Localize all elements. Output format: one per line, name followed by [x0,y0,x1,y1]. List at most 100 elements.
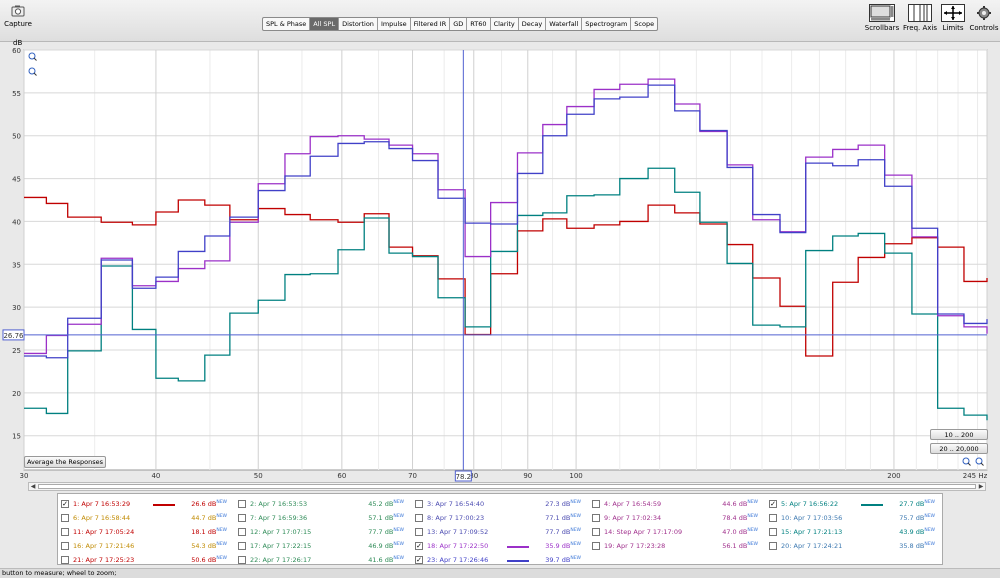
x-tick-label: 70 [408,472,417,480]
limits-label: Limits [942,24,964,32]
legend-checkbox[interactable] [238,500,246,508]
legend-checkbox[interactable] [415,528,423,536]
capture-button[interactable]: Capture [4,4,32,28]
legend-item[interactable]: 2: Apr 7 16:53:53 45.2 dBNEW [235,497,412,510]
legend-item[interactable]: ✓ 18: Apr 7 17:22:50 35.9 dBNEW [412,539,589,552]
legend-item[interactable]: 10: Apr 7 17:03:56 75.7 dBNEW [766,511,943,524]
legend-value: 56.1 dBNEW [722,542,758,550]
tab-all-spl[interactable]: All SPL [310,18,340,30]
zoom-out-x-icon[interactable] [975,457,984,468]
scrollbars-icon [869,4,895,22]
legend-checkbox[interactable] [238,528,246,536]
scroll-right-icon[interactable]: ▶ [977,483,985,490]
legend-item[interactable]: 20: Apr 7 17:24:21 35.8 dBNEW [766,539,943,552]
legend-value-text: 39.7 dB [545,556,571,565]
legend-item[interactable]: 12: Apr 7 17:07:15 77.7 dBNEW [235,525,412,538]
freq-axis-button[interactable]: Freq. Axis [900,4,940,32]
legend-checkbox[interactable] [592,542,600,550]
legend-item[interactable]: 11: Apr 7 17:05:24 18.1 dBNEW [58,525,235,538]
legend-checkbox[interactable] [769,528,777,536]
legend-item[interactable]: 3: Apr 7 16:54:40 27.3 dBNEW [412,497,589,510]
legend-checkbox[interactable] [592,528,600,536]
legend-item[interactable]: 8: Apr 7 17:00:23 77.1 dBNEW [412,511,589,524]
legend-checkbox[interactable] [238,542,246,550]
legend-checkbox[interactable] [769,542,777,550]
spl-graph[interactable]: 30 40 50 60 70 80 90 100 200 245 Hz 60 55 50 45 40 35 30… [0,39,1000,482]
tab-filtered-ir[interactable]: Filtered IR [411,18,451,30]
legend-item[interactable]: 13: Apr 7 17:09:52 77.7 dBNEW [412,525,589,538]
tab-clarity[interactable]: Clarity [491,18,519,30]
legend-new-badge: NEW [216,500,227,505]
legend-checkbox[interactable] [415,500,423,508]
zoom-in-y-icon[interactable] [28,52,37,63]
legend-label: 21: Apr 7 17:25:23 [73,556,135,564]
tab-decay[interactable]: Decay [519,18,547,30]
scrollbars-button[interactable]: Scrollbars [862,4,902,32]
legend-checkbox[interactable] [592,514,600,522]
legend-checkbox[interactable] [61,514,69,522]
legend-item[interactable]: 7: Apr 7 16:59:36 57.1 dBNEW [235,511,412,524]
legend-value-text: 77.7 dB [545,528,571,537]
legend-checkbox[interactable]: ✓ [415,542,423,550]
tab-waterfall[interactable]: Waterfall [546,18,583,30]
legend-item[interactable]: ✓ 5: Apr 7 16:56:22 27.7 dBNEW [766,497,943,510]
legend-item[interactable]: 16: Apr 7 17:21:46 54.3 dBNEW [58,539,235,552]
plot-svg[interactable]: 30 40 50 60 70 80 90 100 200 245 Hz60555045403530… [0,42,1000,482]
legend-checkbox[interactable] [415,514,423,522]
legend-label: 6: Apr 7 16:58:44 [73,514,131,522]
legend-checkbox[interactable] [769,514,777,522]
tab-rt60[interactable]: RT60 [467,18,491,30]
legend-checkbox[interactable] [61,528,69,536]
legend-item[interactable]: ✓ 23: Apr 7 17:26:46 39.7 dBNEW [412,553,589,566]
legend-item[interactable]: 19: Apr 7 17:23:28 56.1 dBNEW [589,539,766,552]
tab-distortion[interactable]: Distortion [339,18,378,30]
legend-checkbox[interactable] [592,500,600,508]
legend-item[interactable]: 6: Apr 7 16:58:44 44.7 dBNEW [58,511,235,524]
legend-checkbox[interactable] [61,542,69,550]
legend-checkbox[interactable]: ✓ [415,556,423,564]
legend-item[interactable]: 21: Apr 7 17:25:23 50.6 dBNEW [58,553,235,566]
range-20-20000-button[interactable]: 20 .. 20,000 [930,443,988,454]
legend-new-badge: NEW [570,514,581,519]
legend-checkbox[interactable]: ✓ [769,500,777,508]
legend-value-text: 45.2 dB [368,500,394,509]
zoom-out-y-icon[interactable] [28,67,37,78]
tab-spl-phase[interactable]: SPL & Phase [263,18,311,30]
legend-checkbox[interactable]: ✓ [61,500,69,508]
legend-value-text: 54.3 dB [191,542,217,551]
toolbar: Capture SPL & Phase All SPL Distortion Impu… [0,0,1000,42]
legend-label: 7: Apr 7 16:59:36 [250,514,308,522]
legend-value-text: 78.4 dB [722,514,748,523]
legend-new-badge: NEW [747,514,758,519]
legend-item[interactable]: 4: Apr 7 16:54:59 44.6 dBNEW [589,497,766,510]
zoom-in-x-icon[interactable] [962,457,971,468]
legend-item[interactable]: 14: Step Apr 7 17:17:09 47.0 dBNEW [589,525,766,538]
legend-item[interactable]: ✓ 1: Apr 7 16:53:29 26.6 dBNEW [58,497,235,510]
legend-item[interactable]: 9: Apr 7 17:02:34 78.4 dBNEW [589,511,766,524]
tab-spectrogram[interactable]: Spectrogram [582,18,632,30]
legend-checkbox[interactable] [238,514,246,522]
camera-icon [11,5,25,17]
scroll-thumb[interactable] [38,484,976,489]
controls-button[interactable]: Controls [968,4,1000,32]
legend-value-text: 50.6 dB [191,556,217,565]
tab-scope[interactable]: Scope [631,18,657,30]
legend-value-text: 26.6 dB [191,500,217,509]
tab-impulse[interactable]: Impulse [378,18,411,30]
legend-new-badge: NEW [393,528,404,533]
legend-value: 75.7 dBNEW [899,514,935,522]
y-tick-label: 60 [12,47,21,55]
legend-item[interactable]: 17: Apr 7 17:22:15 46.9 dBNEW [235,539,412,552]
limits-button[interactable]: Limits [936,4,970,32]
range-10-200-button[interactable]: 10 .. 200 [930,429,988,440]
legend-item[interactable]: 15: Apr 7 17:21:13 43.9 dBNEW [766,525,943,538]
horizontal-scrollbar[interactable]: ◀ ▶ [28,482,986,491]
legend-checkbox[interactable] [61,556,69,564]
legend-item[interactable]: 22: Apr 7 17:26:17 41.6 dBNEW [235,553,412,566]
y-tick-label: 40 [12,218,21,226]
tab-gd[interactable]: GD [450,18,468,30]
average-responses-button[interactable]: Average the Responses [24,456,106,468]
y-unit-label: dB [13,39,23,47]
scroll-left-icon[interactable]: ◀ [29,483,37,490]
legend-checkbox[interactable] [238,556,246,564]
